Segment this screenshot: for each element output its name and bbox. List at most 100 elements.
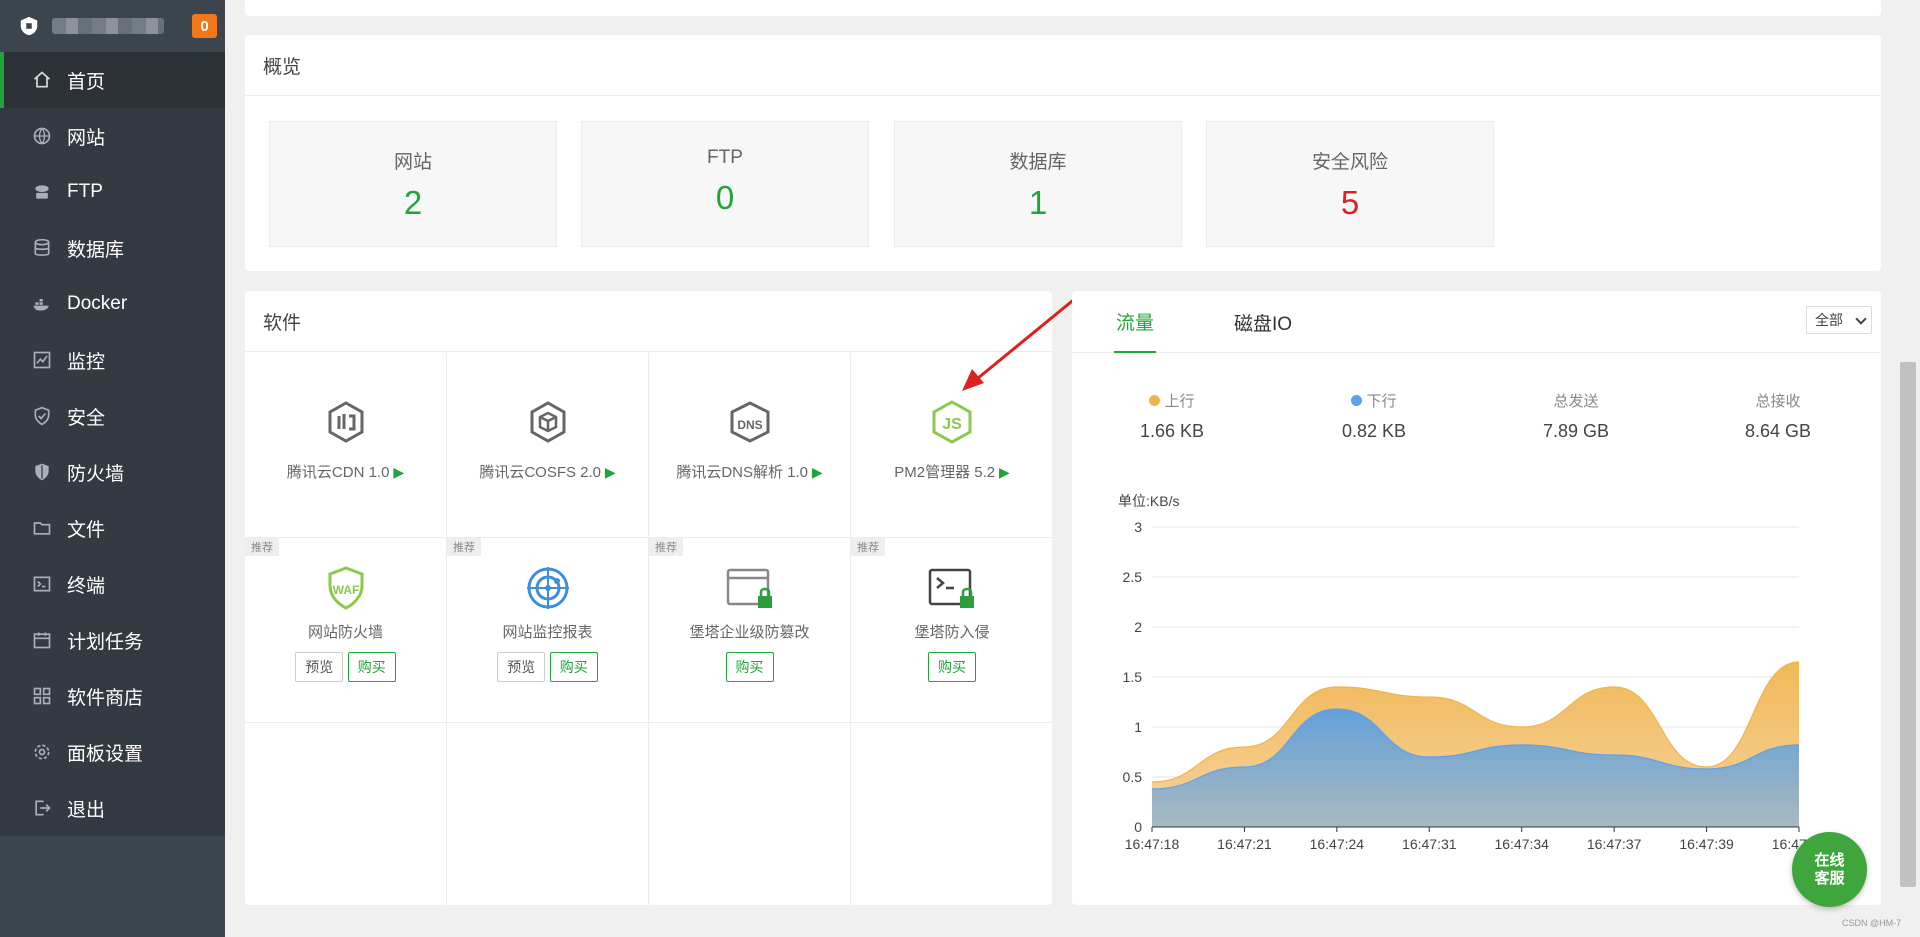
metric-value: 0.82 KB <box>1341 421 1407 441</box>
sidebar-item-label: 防火墙 <box>67 463 125 485</box>
nodejs-icon: JS <box>932 400 972 444</box>
traffic-tab-bar <box>1072 291 1881 353</box>
sidebar-item-0[interactable]: 首页 <box>0 52 225 108</box>
sidebar-item-4[interactable]: Docker <box>0 276 225 332</box>
traffic-select[interactable]: 全部 <box>1806 306 1872 334</box>
x-tick-label: 16:47:31 <box>1402 836 1457 852</box>
recommended-software-2: 推荐 堡塔企业级防篡改 购买 <box>649 538 851 723</box>
waf-icon: WAF <box>328 566 363 610</box>
online-service-label: 在线客服 <box>1814 851 1845 887</box>
metric-total-received: 总接收 8.64 GB <box>1698 390 1858 442</box>
svg-text:DNS: DNS <box>737 418 762 432</box>
home-icon <box>32 70 52 90</box>
y-tick-label: 2.5 <box>1123 569 1143 585</box>
buy-button[interactable]: 购买 <box>347 652 396 682</box>
stat-label: FTP <box>707 147 743 168</box>
preview-button[interactable]: 预览 <box>497 652 546 682</box>
sidebar-item-2[interactable]: FTP <box>0 164 225 220</box>
sidebar-item-6[interactable]: 安全 <box>0 388 225 444</box>
stat-database[interactable]: 数据库 1 <box>894 121 1182 247</box>
scrollbar[interactable] <box>1900 362 1916 887</box>
software-name: 腾讯云COSFS 2.0 <box>479 464 602 481</box>
sidebar-item-8[interactable]: 文件 <box>0 500 225 556</box>
play-icon[interactable]: ▶ <box>808 464 823 480</box>
installed-software-1[interactable]: 腾讯云COSFS 2.0 ▶ <box>447 353 649 538</box>
software-panel: 软件 腾讯云CDN 1.0 ▶ 腾讯云COSFS 2.0 ▶ DNS 腾讯云DNS解析… <box>245 291 1053 905</box>
docker-icon <box>32 294 52 314</box>
recommended-software-3: 推荐 堡塔防入侵 购买 <box>851 538 1053 723</box>
metric-value: 8.64 GB <box>1744 421 1812 441</box>
sidebar-item-label: 数据库 <box>67 239 125 261</box>
recommend-tag: 推荐 <box>447 538 481 556</box>
buy-button[interactable]: 购买 <box>549 652 598 682</box>
stat-label: 数据库 <box>1009 152 1067 173</box>
dns-icon: DNS <box>730 401 769 443</box>
watermark: CSDN @HM-7 <box>1842 918 1902 928</box>
stat-sites[interactable]: 网站 2 <box>269 121 557 247</box>
stat-value[interactable]: 0 <box>582 179 868 217</box>
database-icon <box>32 238 52 258</box>
installed-software-0[interactable]: 腾讯云CDN 1.0 ▶ <box>245 353 447 538</box>
y-tick-label: 0.5 <box>1123 769 1143 785</box>
metric-upload: 上行 1.66 KB <box>1092 390 1252 442</box>
y-tick-label: 1 <box>1134 719 1142 735</box>
traffic-select-value: 全部 <box>1815 312 1843 328</box>
sidebar-item-label: 网站 <box>67 127 106 149</box>
empty-software-slot <box>447 723 649 905</box>
stat-security-risk[interactable]: 安全风险 5 <box>1206 121 1494 247</box>
sidebar-item-1[interactable]: 网站 <box>0 108 225 164</box>
installed-software-2[interactable]: DNS 腾讯云DNS解析 1.0 ▶ <box>649 353 851 538</box>
play-icon[interactable]: ▶ <box>995 464 1010 480</box>
sidebar-item-label: Docker <box>67 293 128 314</box>
sidebar-item-label: 计划任务 <box>67 631 144 653</box>
sidebar-item-10[interactable]: 计划任务 <box>0 612 225 668</box>
monitor-icon <box>32 350 52 370</box>
play-icon[interactable]: ▶ <box>601 464 616 480</box>
stat-value[interactable]: 1 <box>895 184 1181 222</box>
stat-value[interactable]: 2 <box>270 184 556 222</box>
metric-label: 下行 <box>1366 393 1397 410</box>
tab-disk-io[interactable]: 磁盘IO <box>1234 291 1292 353</box>
message-badge[interactable]: 0 <box>192 14 217 38</box>
software-name: 腾讯云DNS解析 1.0 <box>676 464 809 481</box>
sidebar-brand: 0 <box>0 0 225 52</box>
radar-icon <box>526 567 569 609</box>
online-service-button[interactable]: 在线客服 <box>1792 832 1867 907</box>
metric-label: 上行 <box>1164 393 1195 410</box>
sidebar-item-7[interactable]: 防火墙 <box>0 444 225 500</box>
firewall-shield-icon <box>32 462 52 482</box>
x-tick-label: 16:47:39 <box>1679 836 1734 852</box>
sidebar-item-5[interactable]: 监控 <box>0 332 225 388</box>
stat-value[interactable]: 5 <box>1207 184 1493 222</box>
folder-icon <box>32 518 52 538</box>
sidebar-item-9[interactable]: 终端 <box>0 556 225 612</box>
recommended-software-0: 推荐 WAF 网站防火墙 预览 购买 <box>245 538 447 723</box>
x-tick-label: 16:47:24 <box>1310 836 1365 852</box>
buy-button[interactable]: 购买 <box>928 652 976 682</box>
y-tick-label: 2 <box>1134 619 1142 635</box>
sidebar-item-label: 监控 <box>67 351 106 373</box>
metric-label: 总接收 <box>1755 393 1801 410</box>
tab-traffic[interactable]: 流量 <box>1114 291 1157 353</box>
software-name: 堡塔防入侵 <box>914 624 990 641</box>
sidebar-item-13[interactable]: 退出 <box>0 780 225 836</box>
sidebar-item-label: 终端 <box>67 575 106 597</box>
play-icon[interactable]: ▶ <box>389 464 404 480</box>
x-tick-label: 16:47:34 <box>1494 836 1549 852</box>
terminal-lock-icon <box>928 568 974 608</box>
buy-button[interactable]: 购买 <box>725 652 774 682</box>
top-panel-edge <box>245 0 1881 16</box>
ftp-icon <box>32 182 52 202</box>
stat-label: 网站 <box>393 152 432 173</box>
sidebar-item-3[interactable]: 数据库 <box>0 220 225 276</box>
x-tick-label: 16:47:18 <box>1125 836 1180 852</box>
software-name: 堡塔企业级防篡改 <box>689 624 810 641</box>
stat-ftp[interactable]: FTP 0 <box>581 121 869 247</box>
sidebar-item-label: FTP <box>67 181 103 202</box>
terminal-icon <box>32 574 52 594</box>
software-name: 腾讯云CDN 1.0 <box>286 464 390 481</box>
sidebar-item-label: 首页 <box>67 71 106 93</box>
sidebar-item-11[interactable]: 软件商店 <box>0 668 225 724</box>
preview-button[interactable]: 预览 <box>295 652 344 682</box>
sidebar-item-12[interactable]: 面板设置 <box>0 724 225 780</box>
